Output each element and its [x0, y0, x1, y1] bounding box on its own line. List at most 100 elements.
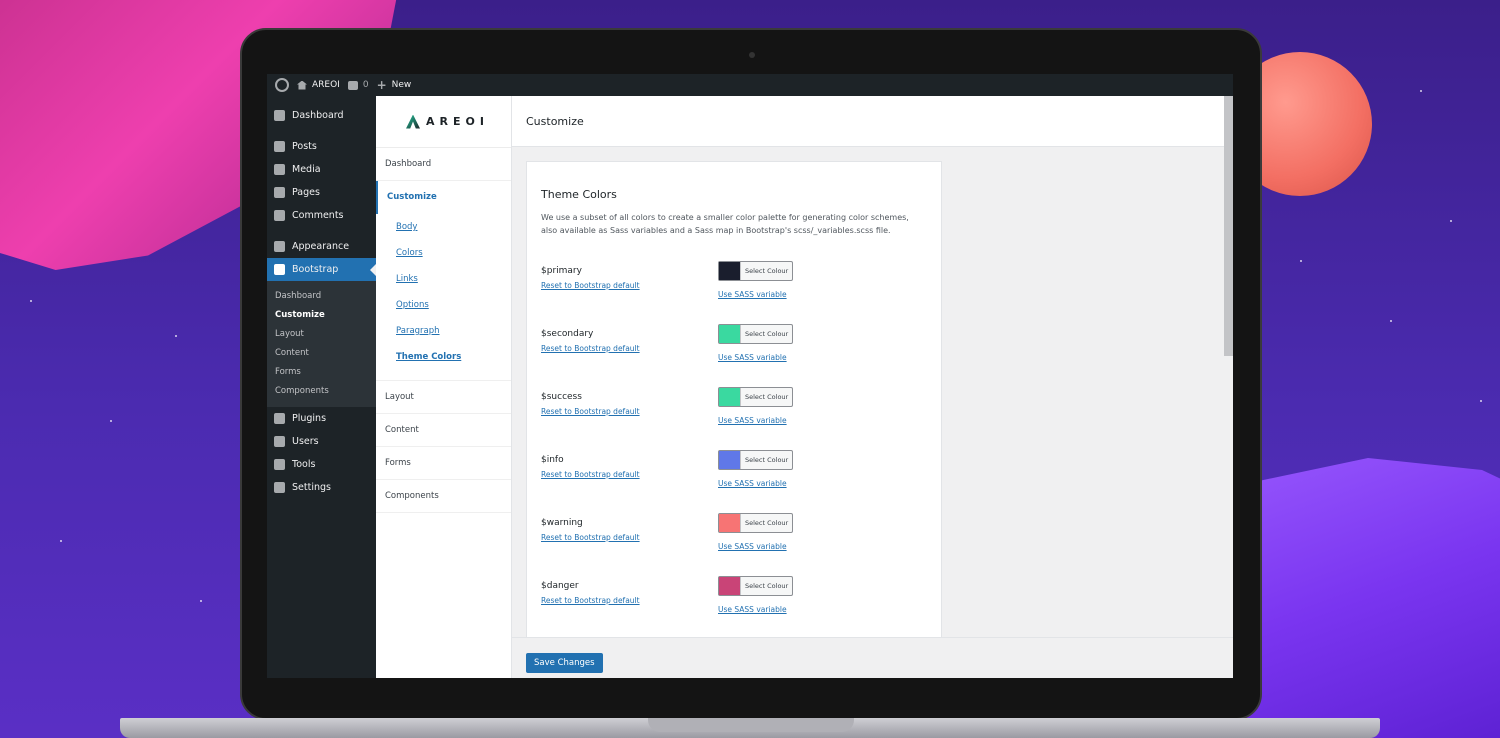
menu-item-dashboard[interactable]: Dashboard — [267, 104, 376, 127]
color-swatch — [719, 388, 740, 406]
use-sass-variable-link[interactable]: Use SASS variable — [718, 479, 787, 488]
panel-item-dashboard[interactable]: Dashboard — [376, 148, 511, 181]
color-picker-button[interactable]: Select Colour — [718, 513, 793, 533]
comments-icon — [274, 210, 285, 221]
variable-name: $primary — [541, 266, 582, 276]
use-sass-variable-link[interactable]: Use SASS variable — [718, 605, 787, 614]
reset-default-link[interactable]: Reset to Bootstrap default — [541, 470, 640, 479]
use-sass-variable-link[interactable]: Use SASS variable — [718, 290, 787, 299]
admin-bar: AREOI 0 + New — [267, 74, 1233, 96]
panel-item-components[interactable]: Components — [376, 480, 511, 513]
color-row: $danger Reset to Bootstrap default Selec… — [541, 576, 931, 626]
wordpress-logo-button[interactable] — [275, 78, 289, 92]
color-row: $secondary Reset to Bootstrap default Se… — [541, 324, 931, 374]
variable-name: $danger — [541, 581, 579, 591]
wp-admin-menu: Dashboard Posts Media Pages Comments App… — [267, 96, 376, 678]
menu-item-users[interactable]: Users — [267, 430, 376, 453]
new-content-link[interactable]: + New — [377, 78, 412, 92]
menu-item-comments[interactable]: Comments — [267, 204, 376, 227]
color-picker-button[interactable]: Select Colour — [718, 576, 793, 596]
menu-item-appearance[interactable]: Appearance — [267, 235, 376, 258]
submenu-item-forms[interactable]: Forms — [267, 363, 376, 382]
comments-link[interactable]: 0 — [347, 80, 369, 90]
media-icon — [274, 164, 285, 175]
submenu-item-dashboard[interactable]: Dashboard — [267, 287, 376, 306]
panel-link-paragraph[interactable]: Paragraph — [396, 318, 511, 344]
color-swatch — [719, 451, 740, 469]
submenu-item-components[interactable]: Components — [267, 382, 376, 401]
paintbrush-icon — [274, 241, 285, 252]
submenu-item-layout[interactable]: Layout — [267, 325, 376, 344]
variable-name: $info — [541, 455, 564, 465]
color-picker-button[interactable]: Select Colour — [718, 450, 793, 470]
reset-default-link[interactable]: Reset to Bootstrap default — [541, 344, 640, 353]
section-title: Theme Colors — [541, 188, 617, 201]
variable-name: $secondary — [541, 329, 594, 339]
comment-bubble-icon — [347, 80, 358, 90]
main-content: Customize Theme Colors We use a subset o… — [512, 96, 1233, 678]
color-swatch — [719, 514, 740, 532]
wrench-icon — [274, 459, 285, 470]
color-swatch — [719, 262, 740, 280]
reset-default-link[interactable]: Reset to Bootstrap default — [541, 596, 640, 605]
customize-subitems: Body Colors Links Options Paragraph Them… — [376, 214, 511, 381]
camera-icon — [749, 52, 755, 58]
panel-link-options[interactable]: Options — [396, 292, 511, 318]
laptop-notch — [648, 718, 854, 732]
page-title: Customize — [512, 96, 1233, 147]
bootstrap-submenu: Dashboard Customize Layout Content Forms… — [267, 281, 376, 407]
pin-icon — [274, 141, 285, 152]
scrollbar[interactable] — [1224, 96, 1233, 356]
site-name-link[interactable]: AREOI — [297, 80, 340, 90]
save-changes-button[interactable]: Save Changes — [526, 653, 603, 673]
color-swatch — [719, 325, 740, 343]
color-row: $primary Reset to Bootstrap default Sele… — [541, 261, 931, 311]
dashboard-icon — [274, 110, 285, 121]
color-picker-button[interactable]: Select Colour — [718, 324, 793, 344]
use-sass-variable-link[interactable]: Use SASS variable — [718, 542, 787, 551]
submenu-item-content[interactable]: Content — [267, 344, 376, 363]
use-sass-variable-link[interactable]: Use SASS variable — [718, 416, 787, 425]
menu-item-pages[interactable]: Pages — [267, 181, 376, 204]
select-colour-label: Select Colour — [740, 388, 788, 406]
panel-item-content[interactable]: Content — [376, 414, 511, 447]
panel-link-links[interactable]: Links — [396, 266, 511, 292]
plug-icon — [274, 413, 285, 424]
select-colour-label: Select Colour — [740, 577, 788, 595]
panel-item-forms[interactable]: Forms — [376, 447, 511, 480]
home-icon — [297, 80, 307, 90]
menu-item-media[interactable]: Media — [267, 158, 376, 181]
panel-link-theme-colors[interactable]: Theme Colors — [396, 344, 511, 370]
user-icon — [274, 436, 285, 447]
menu-item-plugins[interactable]: Plugins — [267, 407, 376, 430]
areoi-mark-icon — [406, 114, 420, 129]
areoi-logo-icon — [274, 264, 285, 275]
reset-default-link[interactable]: Reset to Bootstrap default — [541, 407, 640, 416]
reset-default-link[interactable]: Reset to Bootstrap default — [541, 281, 640, 290]
select-colour-label: Select Colour — [740, 514, 788, 532]
variable-name: $warning — [541, 518, 583, 528]
panel-item-layout[interactable]: Layout — [376, 381, 511, 414]
panel-link-colors[interactable]: Colors — [396, 240, 511, 266]
menu-item-posts[interactable]: Posts — [267, 135, 376, 158]
color-picker-button[interactable]: Select Colour — [718, 261, 793, 281]
menu-item-tools[interactable]: Tools — [267, 453, 376, 476]
submenu-item-customize[interactable]: Customize — [267, 306, 376, 325]
color-row: $warning Reset to Bootstrap default Sele… — [541, 513, 931, 563]
color-swatch — [719, 577, 740, 595]
menu-item-bootstrap[interactable]: Bootstrap — [267, 258, 376, 281]
areoi-logo: AREOI — [376, 96, 511, 148]
panel-item-customize[interactable]: Customize — [376, 181, 511, 214]
select-colour-label: Select Colour — [740, 262, 788, 280]
color-picker-button[interactable]: Select Colour — [718, 387, 793, 407]
settings-icon — [274, 482, 285, 493]
use-sass-variable-link[interactable]: Use SASS variable — [718, 353, 787, 362]
reset-default-link[interactable]: Reset to Bootstrap default — [541, 533, 640, 542]
menu-item-settings[interactable]: Settings — [267, 476, 376, 499]
panel-link-body[interactable]: Body — [396, 214, 511, 240]
section-description: We use a subset of all colors to create … — [541, 213, 909, 235]
customizer-nav-panel: AREOI Dashboard Customize Body Colors Li… — [376, 96, 512, 678]
color-row: $success Reset to Bootstrap default Sele… — [541, 387, 931, 437]
select-colour-label: Select Colour — [740, 325, 788, 343]
screen: AREOI 0 + New Dashboard Posts Media Page… — [267, 74, 1233, 678]
